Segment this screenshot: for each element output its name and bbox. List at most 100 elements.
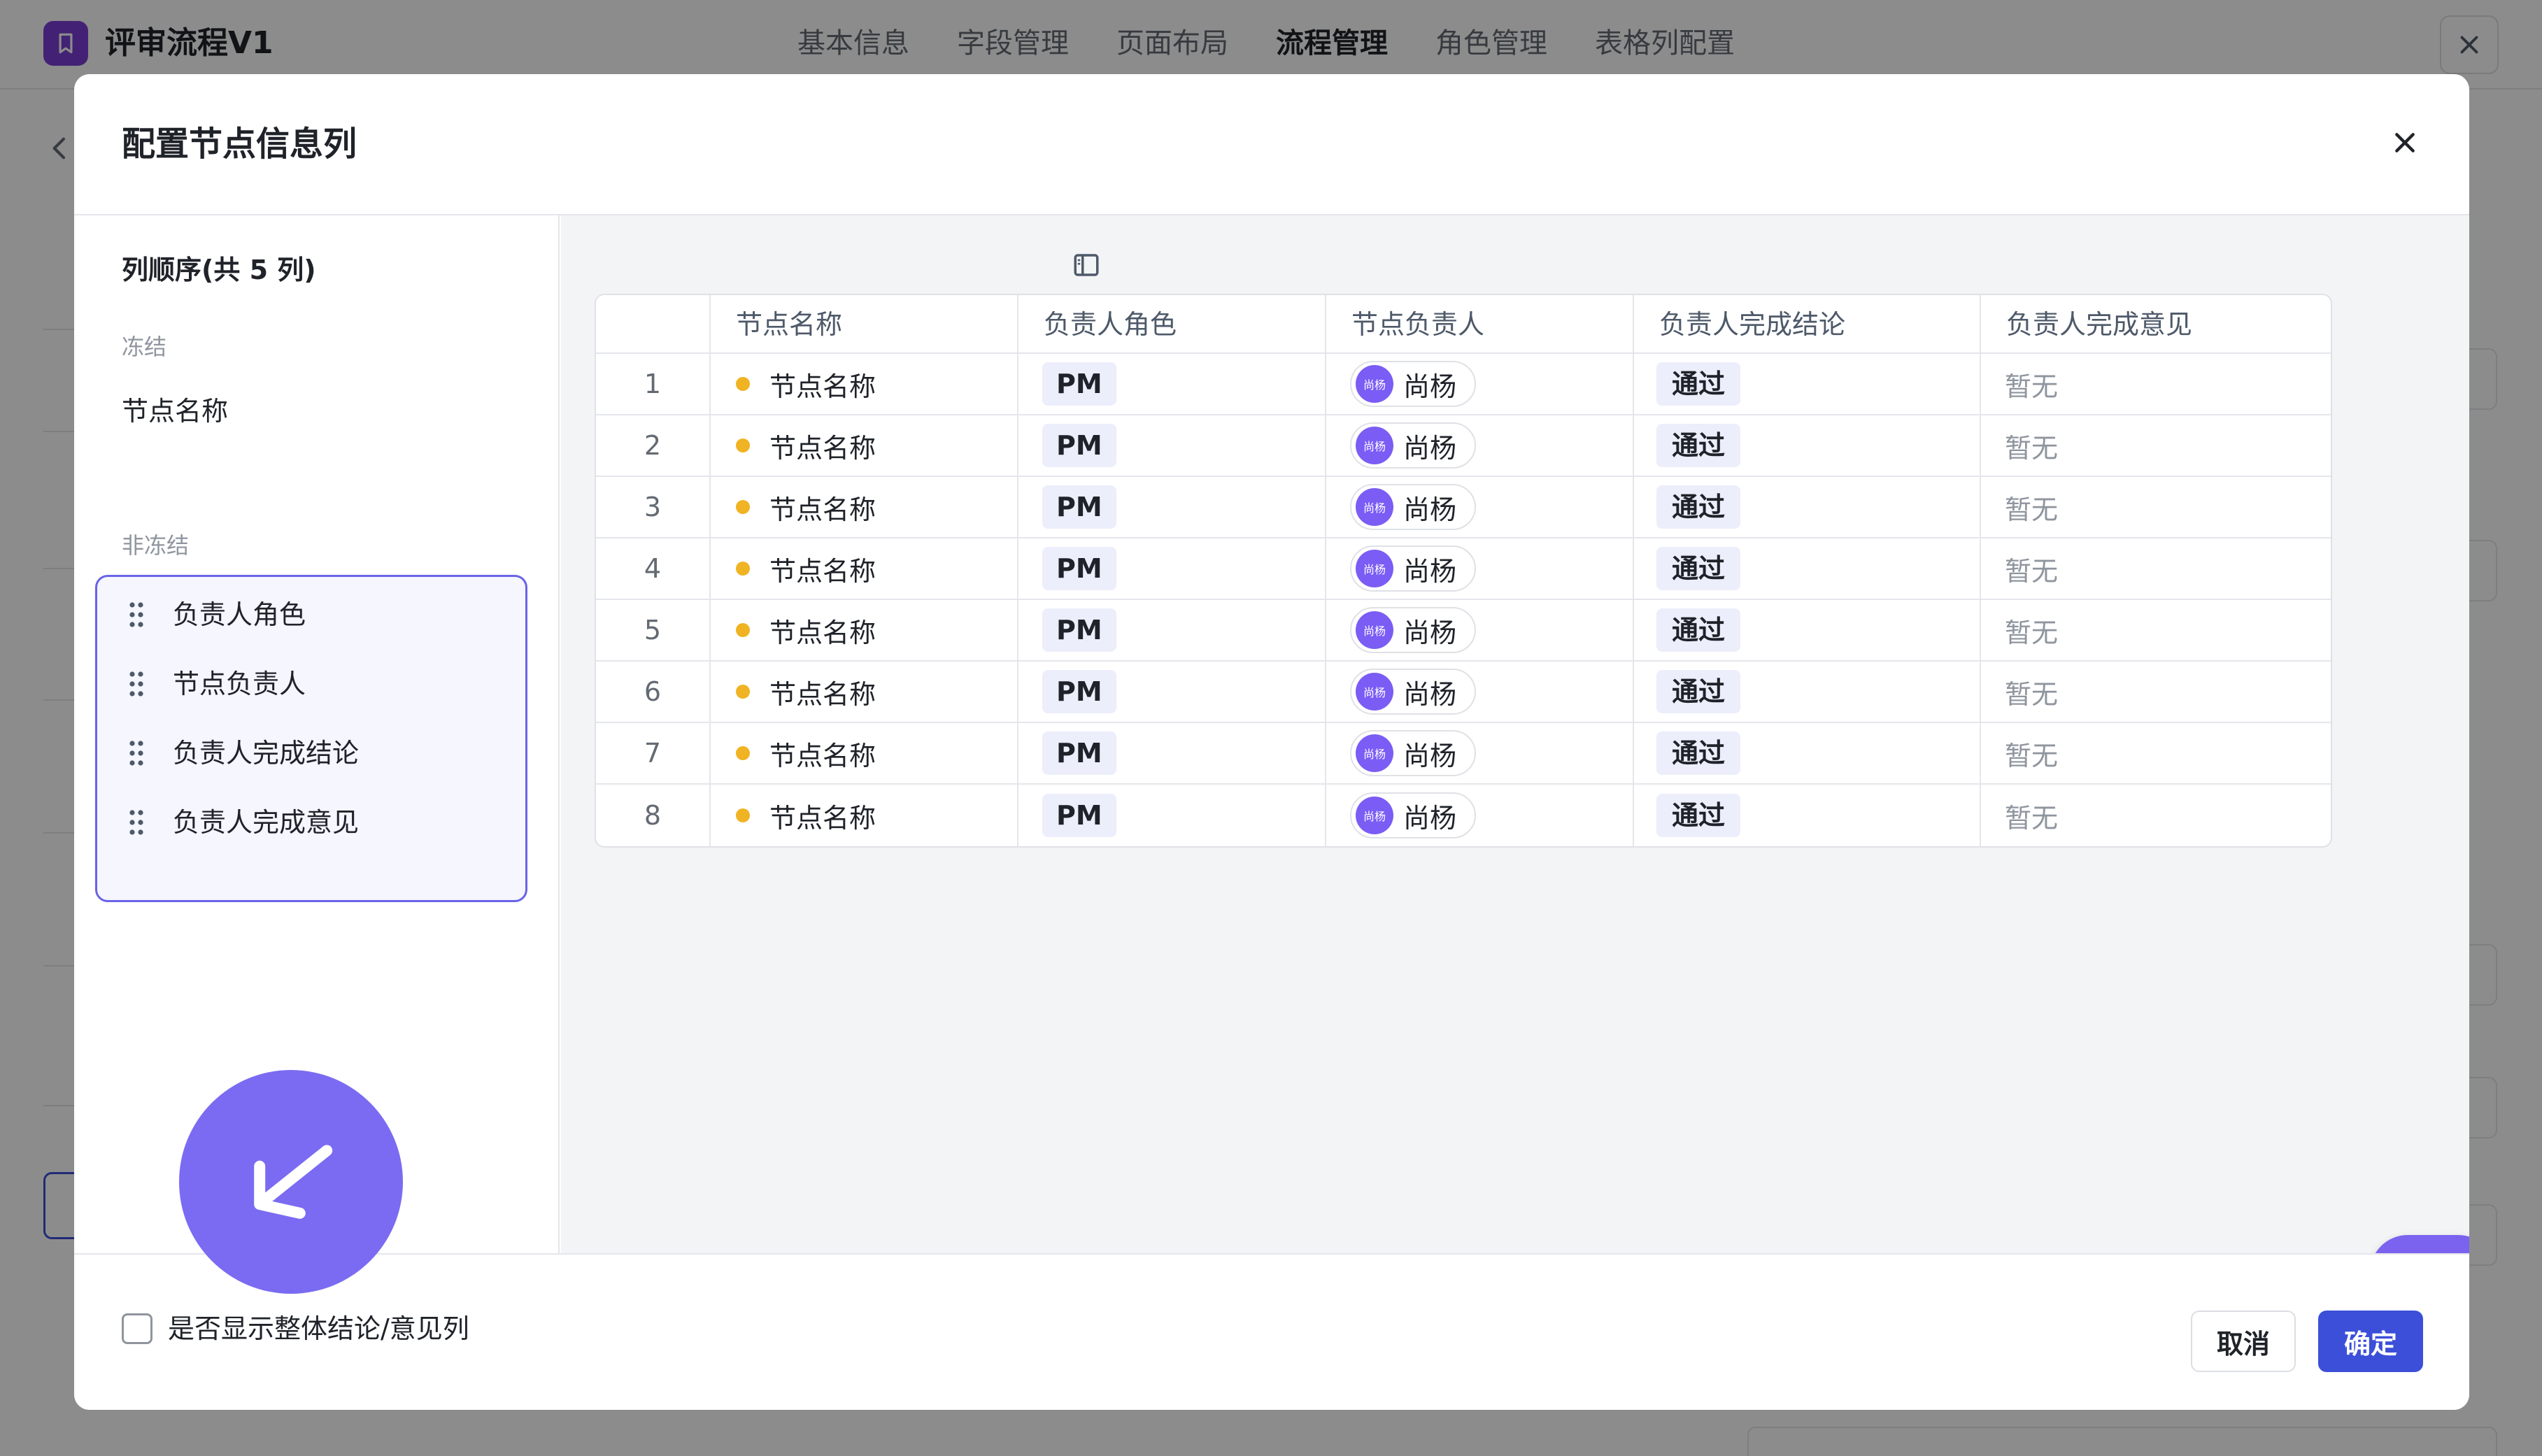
node-name-cell: 节点名称 [711, 538, 1018, 600]
checkbox-label: 是否显示整体结论/意见列 [168, 1313, 469, 1344]
avatar: 尚杨 [1356, 673, 1393, 711]
column-item-label: 节点负责人 [173, 669, 306, 699]
person-chip[interactable]: 尚杨 尚杨 [1350, 545, 1477, 592]
owner-cell: 尚杨 尚杨 [1326, 723, 1634, 785]
table-row: 3 节点名称 PM 尚杨 尚杨 通过 暂无 [596, 477, 2331, 538]
conclusion-tag: 通过 [1656, 608, 1741, 652]
person-name: 尚杨 [1403, 432, 1457, 464]
row-index: 4 [596, 538, 711, 600]
node-name-cell: 节点名称 [711, 415, 1018, 477]
table-header-owner: 节点负责人 [1326, 295, 1634, 354]
person-chip[interactable]: 尚杨 尚杨 [1350, 607, 1477, 653]
conclusion-tag: 通过 [1656, 731, 1741, 775]
row-index: 8 [596, 785, 711, 846]
column-item-label: 负责人完成意见 [173, 807, 360, 838]
modal-header: 配置节点信息列 [74, 74, 2469, 215]
unfrozen-column-item[interactable]: 负责人角色 [97, 585, 525, 644]
avatar: 尚杨 [1356, 427, 1393, 464]
opinion-text: 暂无 [2005, 678, 2059, 710]
person-name: 尚杨 [1403, 371, 1457, 402]
drag-handle-icon[interactable] [128, 601, 145, 629]
owner-cell: 尚杨 尚杨 [1326, 538, 1634, 600]
owner-cell: 尚杨 尚杨 [1326, 662, 1634, 723]
unfrozen-column-item[interactable]: 节点负责人 [97, 655, 525, 713]
person-chip[interactable]: 尚杨 尚杨 [1350, 484, 1477, 530]
row-index: 6 [596, 662, 711, 723]
person-name: 尚杨 [1403, 555, 1457, 587]
conclusion-cell: 通过 [1634, 415, 1981, 477]
owner-cell: 尚杨 尚杨 [1326, 415, 1634, 477]
status-dot-icon [736, 438, 750, 452]
table-row: 6 节点名称 PM 尚杨 尚杨 通过 暂无 [596, 662, 2331, 723]
person-name: 尚杨 [1403, 678, 1457, 710]
conclusion-tag: 通过 [1656, 794, 1741, 837]
avatar: 尚杨 [1356, 488, 1393, 526]
conclusion-tag: 通过 [1656, 670, 1741, 713]
table-preview-panel: 节点名称 负责人角色 节点负责人 负责人完成结论 负责人完成意见 1 节点名称 PM… [561, 215, 2469, 1253]
status-dot-icon [736, 377, 750, 391]
config-node-columns-modal: 配置节点信息列 列顺序(共 5 列) 冻结 节点名称 非冻结 负责人角色 节点负… [74, 74, 2469, 1410]
node-name: 节点名称 [769, 740, 876, 771]
status-dot-icon [736, 562, 750, 576]
row-index: 1 [596, 354, 711, 415]
arrow-down-left-icon [179, 1070, 403, 1294]
avatar: 尚杨 [1356, 611, 1393, 649]
sidebar-panel-icon[interactable] [1072, 250, 1101, 280]
person-chip[interactable]: 尚杨 尚杨 [1350, 730, 1477, 776]
owner-cell: 尚杨 尚杨 [1326, 600, 1634, 662]
modal-footer: 是否显示整体结论/意见列 取消 确定 [74, 1253, 2469, 1410]
opinion-text: 暂无 [2005, 555, 2059, 587]
person-chip[interactable]: 尚杨 尚杨 [1350, 669, 1477, 715]
role-tag: PM [1042, 547, 1116, 590]
node-name: 节点名称 [769, 678, 876, 710]
status-dot-icon [736, 746, 750, 760]
show-overall-conclusion-checkbox[interactable] [122, 1313, 152, 1344]
node-name: 节点名称 [769, 494, 876, 525]
row-index: 2 [596, 415, 711, 477]
drag-handle-icon[interactable] [128, 739, 145, 767]
opinion-text: 暂无 [2005, 617, 2059, 648]
unfrozen-column-item[interactable]: 负责人完成结论 [97, 724, 525, 783]
conclusion-cell: 通过 [1634, 662, 1981, 723]
node-name-cell: 节点名称 [711, 477, 1018, 538]
drag-handle-icon[interactable] [128, 670, 145, 698]
role-cell: PM [1018, 723, 1326, 785]
node-name: 节点名称 [769, 802, 876, 834]
conclusion-cell: 通过 [1634, 538, 1981, 600]
table-row: 7 节点名称 PM 尚杨 尚杨 通过 暂无 [596, 723, 2331, 785]
role-cell: PM [1018, 477, 1326, 538]
role-tag: PM [1042, 362, 1116, 406]
person-name: 尚杨 [1403, 494, 1457, 525]
table-header-node-name: 节点名称 [711, 295, 1018, 354]
confirm-button[interactable]: 确定 [2318, 1311, 2423, 1372]
drag-handle-icon[interactable] [128, 808, 145, 836]
close-icon[interactable] [2383, 120, 2427, 165]
column-item-label: 负责人完成结论 [173, 738, 360, 769]
role-tag: PM [1042, 731, 1116, 775]
table-row: 4 节点名称 PM 尚杨 尚杨 通过 暂无 [596, 538, 2331, 600]
unfrozen-column-list: 负责人角色 节点负责人 负责人完成结论 负责人完成意见 [95, 575, 527, 902]
status-dot-icon [736, 500, 750, 514]
role-cell: PM [1018, 600, 1326, 662]
unfrozen-section-label: 非冻结 [122, 532, 190, 559]
person-chip[interactable]: 尚杨 尚杨 [1350, 792, 1477, 838]
opinion-cell: 暂无 [1981, 723, 2331, 785]
role-cell: PM [1018, 662, 1326, 723]
node-name-cell: 节点名称 [711, 723, 1018, 785]
conclusion-cell: 通过 [1634, 600, 1981, 662]
person-name: 尚杨 [1403, 740, 1457, 771]
table-row: 5 节点名称 PM 尚杨 尚杨 通过 暂无 [596, 600, 2331, 662]
conclusion-tag: 通过 [1656, 424, 1741, 467]
role-tag: PM [1042, 485, 1116, 529]
opinion-text: 暂无 [2005, 802, 2059, 834]
person-chip[interactable]: 尚杨 尚杨 [1350, 422, 1477, 469]
cancel-button[interactable]: 取消 [2191, 1311, 2296, 1372]
frozen-column-item: 节点名称 [122, 396, 229, 427]
unfrozen-column-item[interactable]: 负责人完成意见 [97, 793, 525, 852]
table-header-opinion: 负责人完成意见 [1981, 295, 2331, 354]
avatar: 尚杨 [1356, 550, 1393, 587]
frozen-section-label: 冻结 [122, 334, 167, 360]
person-chip[interactable]: 尚杨 尚杨 [1350, 361, 1477, 407]
opinion-cell: 暂无 [1981, 785, 2331, 846]
table-header-index [596, 295, 711, 354]
